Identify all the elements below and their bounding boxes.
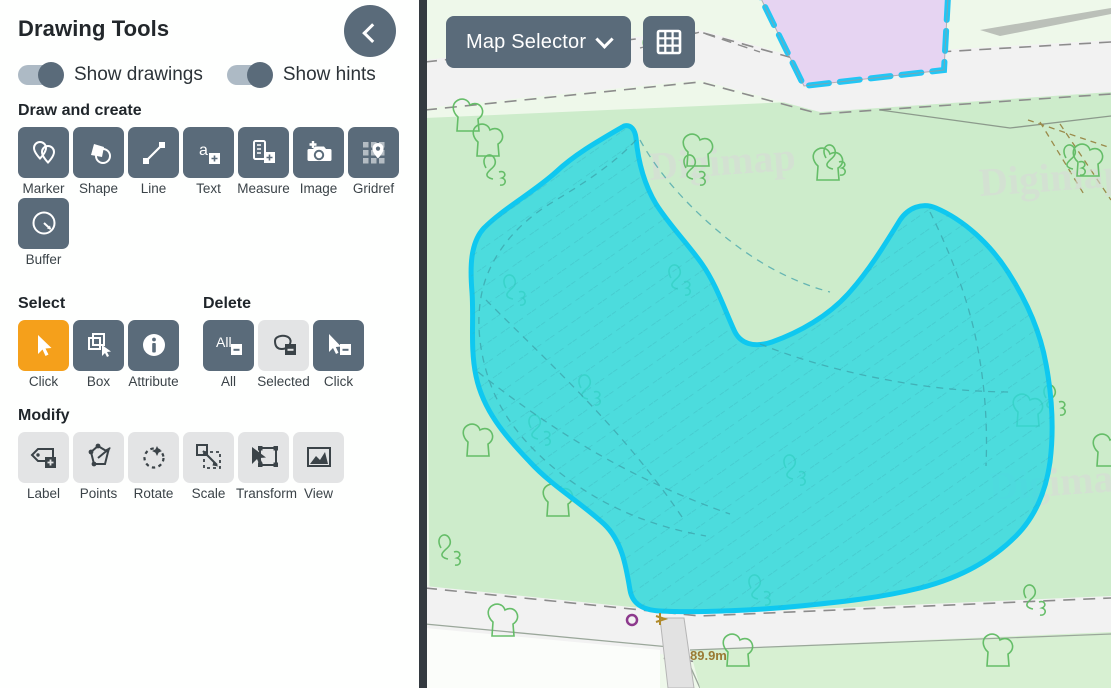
toggle-group-show-hints: Show hints	[226, 62, 376, 88]
tool-modify-transform: Transform	[236, 431, 298, 503]
toggle-show-hints-label: Show hints	[282, 64, 376, 85]
delete-all-icon: All	[216, 334, 242, 356]
tool-label: View	[303, 485, 334, 501]
tool-select-box[interactable]: Box	[71, 319, 126, 391]
tool-buffer[interactable]: Buffer	[16, 197, 71, 269]
map-controls: Map Selector	[446, 16, 696, 68]
gridref-pin-icon	[362, 141, 384, 163]
select-delete-row: Select Click Box Attribute Delete All Al…	[14, 279, 405, 391]
text-add-icon: a	[199, 142, 220, 164]
panel-divider	[419, 0, 427, 688]
toggle-show-drawings-label: Show drawings	[74, 64, 203, 85]
view-image-icon	[306, 447, 331, 468]
tool-label: Selected	[257, 373, 310, 389]
tool-label: Points	[79, 485, 118, 501]
tool-label: Gridref	[352, 181, 395, 196]
tool-marker[interactable]: Marker	[16, 127, 71, 198]
tool-label: Transform	[236, 485, 298, 501]
section-heading-modify: Modify	[18, 406, 70, 424]
tool-grid-delete: All All Selected Click	[201, 319, 366, 391]
tool-grid-select: Click Box Attribute	[16, 319, 181, 391]
label-add-icon	[30, 448, 56, 469]
map-selector-button[interactable]: Map Selector	[446, 16, 632, 68]
toggle-show-drawings[interactable]	[18, 62, 64, 88]
tool-label: Marker	[22, 181, 65, 196]
tool-delete-all[interactable]: All All	[201, 319, 256, 391]
chevron-left-icon	[362, 23, 383, 44]
map-label-spot-height: 89.9m	[690, 648, 727, 663]
drawing-tools-panel: Drawing Tools Show drawings Show hints D…	[0, 0, 419, 688]
tool-select-attribute[interactable]: Attribute	[126, 319, 181, 391]
tool-image[interactable]: Image	[291, 127, 346, 198]
tool-gridref[interactable]: Gridref	[346, 127, 401, 198]
tool-modify-points: Points	[71, 431, 126, 503]
tool-label: Image	[299, 181, 338, 196]
map-watermark: Digimap	[977, 150, 1111, 205]
delete-click-icon	[328, 334, 351, 356]
buffer-circle-icon	[32, 211, 55, 235]
tool-delete-selected: Selected	[256, 319, 311, 391]
tool-measure[interactable]: Measure	[236, 127, 291, 198]
toggle-group-show-drawings: Show drawings	[18, 62, 203, 88]
box-select-icon	[87, 333, 111, 358]
marker-pins-icon	[32, 140, 55, 164]
section-select: Select Click Box Attribute	[14, 279, 181, 391]
tool-label: Rotate	[133, 485, 174, 501]
section-draw-and-create: Draw and create Marker Shape Line a Text…	[14, 102, 405, 269]
toggle-knob	[38, 62, 64, 88]
tool-label: Line	[140, 181, 167, 196]
svg-text:All: All	[216, 334, 232, 350]
tool-label: Click	[323, 373, 354, 389]
rotate-icon	[142, 446, 165, 469]
chevron-down-icon	[595, 29, 614, 49]
toggle-show-hints[interactable]	[226, 62, 273, 88]
camera-add-icon	[307, 140, 331, 161]
svg-text:a: a	[199, 142, 208, 159]
toggle-row: Show drawings Show hints	[18, 62, 405, 88]
tool-label: Click	[28, 373, 59, 389]
tool-modify-label: Label	[16, 431, 71, 503]
grid-toggle-button[interactable]	[643, 16, 696, 68]
section-modify: Modify Label Points Rotate Scale Transfo…	[14, 407, 405, 503]
tool-grid-modify: Label Points Rotate Scale Transform View	[16, 431, 405, 503]
tool-modify-scale: Scale	[181, 431, 236, 503]
tool-modify-rotate: Rotate	[126, 431, 181, 503]
tool-label: Shape	[78, 181, 119, 196]
tool-shape[interactable]: Shape	[71, 127, 126, 198]
section-heading-delete: Delete	[203, 294, 252, 312]
tool-label: Text	[196, 181, 221, 196]
tool-line[interactable]: Line	[126, 127, 181, 198]
points-edit-icon	[88, 443, 111, 467]
delete-selected-icon	[273, 335, 296, 356]
scale-icon	[195, 444, 221, 470]
shapes-icon	[90, 143, 111, 164]
tool-label: Scale	[191, 485, 226, 501]
section-heading-draw-and-create: Draw and create	[18, 102, 142, 119]
tool-label: All	[220, 373, 236, 389]
tool-label: Measure	[237, 181, 290, 196]
collapse-panel-button[interactable]	[344, 5, 396, 57]
tool-select-click[interactable]: Click	[16, 319, 71, 391]
info-circle-icon	[142, 334, 165, 357]
tool-label: Buffer	[25, 251, 62, 267]
tool-grid-draw-and-create: Marker Shape Line a Text Measure Image G…	[16, 127, 405, 269]
measure-add-icon	[252, 139, 275, 163]
line-icon	[142, 141, 165, 164]
tool-text[interactable]: a Text	[181, 127, 236, 198]
tool-label: Label	[26, 485, 61, 501]
toggle-knob	[246, 62, 273, 88]
drawing-tools-map-app: Digimap Digimap Digimap 89.9m Map Select…	[0, 0, 1111, 688]
section-delete: Delete All All Selected Click	[199, 279, 366, 391]
grid-icon	[656, 29, 682, 55]
transform-icon	[251, 446, 278, 468]
cursor-arrow-icon	[37, 335, 51, 357]
map-selector-label: Map Selector	[466, 30, 587, 53]
section-heading-select: Select	[18, 294, 66, 312]
tool-delete-click[interactable]: Click	[311, 319, 366, 391]
tool-modify-view: View	[291, 431, 346, 503]
tool-label: Attribute	[128, 373, 179, 389]
tool-label: Box	[86, 373, 111, 389]
